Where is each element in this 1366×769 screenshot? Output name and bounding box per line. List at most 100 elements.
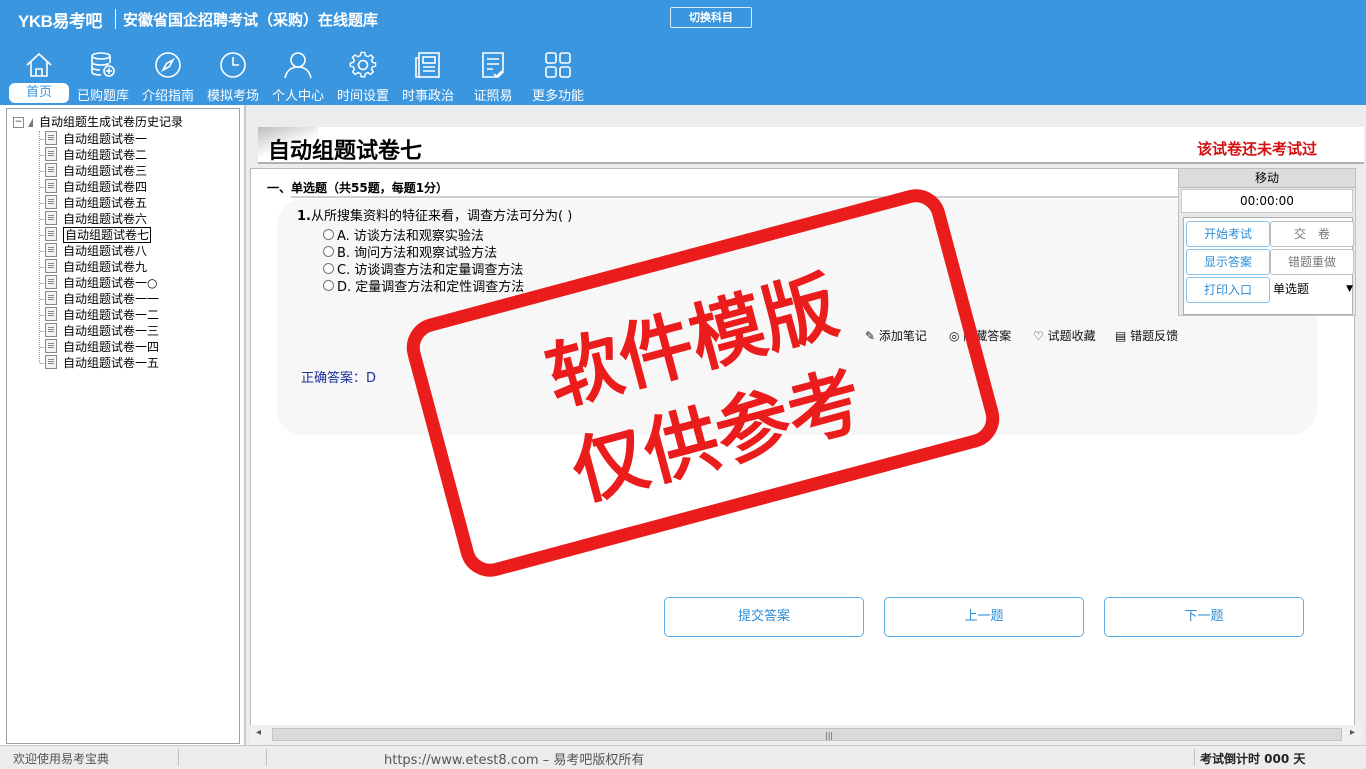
tree-item-label: 自动组题试卷四: [63, 180, 148, 194]
tree-item-paper[interactable]: 自动组题试卷一二: [45, 307, 159, 323]
tree-item-paper[interactable]: 自动组题试卷三: [45, 163, 147, 179]
user-icon: [284, 52, 312, 79]
nav-more-functions[interactable]: 更多功能: [527, 48, 589, 104]
document-icon: [45, 147, 57, 161]
hide-answer-button[interactable]: ◎ 隐藏答案: [949, 327, 1011, 344]
paper-tree-panel: − 自动组题生成试卷历史记录 自动组题试卷一 自动组题试卷二 自动组题试卷三 自动组题试…: [0, 105, 246, 745]
paper-title-divider: [258, 162, 1364, 164]
scroll-right-icon[interactable]: ▸: [1350, 727, 1355, 738]
tree-item-label: 自动组题试卷一一: [63, 292, 160, 306]
nav-more-functions-label: 更多功能: [531, 89, 584, 104]
option-d[interactable]: D. 定量调查方法和定性调查方法: [323, 276, 524, 295]
nav-current-affairs-label: 时事政治: [401, 89, 454, 104]
tree-item-paper[interactable]: 自动组题试卷二: [45, 147, 147, 163]
tree-item-paper[interactable]: 自动组题试卷一一: [45, 291, 159, 307]
start-exam-button[interactable]: 开始考试: [1186, 221, 1270, 247]
tree-item-paper[interactable]: 自动组题试卷五: [45, 195, 147, 211]
tree-item-label: 自动组题试卷九: [63, 260, 148, 274]
tree-item-label: 自动组题试卷七: [63, 227, 152, 243]
document-icon: [45, 323, 57, 337]
question-card: 1.从所搜集资料的特征来看，调查方法可分为( ) A. 访谈方法和观察实验法 B…: [277, 199, 1317, 435]
add-note-button[interactable]: ✎ 添加笔记: [865, 327, 927, 344]
nav-license[interactable]: 证照易: [462, 48, 524, 104]
nav-mock-exam[interactable]: 模拟考场: [202, 48, 264, 104]
tree-item-label: 自动组题试卷一○: [63, 276, 158, 290]
nav-time-settings[interactable]: 时间设置: [332, 48, 394, 104]
tree-root[interactable]: − 自动组题生成试卷历史记录: [13, 113, 184, 129]
tree-item-paper[interactable]: 自动组题试卷九: [45, 259, 147, 275]
welcome-text: 欢迎使用易考宝典: [13, 752, 110, 766]
tree-item-label: 自动组题试卷八: [63, 244, 148, 258]
grid-icon: [545, 52, 571, 78]
control-buttons: 开始考试 交 卷 显示答案 错题重做 打印入口 单选题 ▼: [1183, 217, 1355, 315]
nav-current-affairs[interactable]: 时事政治: [397, 48, 459, 104]
favorite-button[interactable]: ♡ 试题收藏: [1033, 327, 1096, 344]
nav-home[interactable]: 首页: [8, 48, 70, 104]
radio-button[interactable]: [323, 263, 334, 274]
tree-item-paper[interactable]: 自动组题试卷四: [45, 179, 147, 195]
collapse-icon[interactable]: −: [13, 117, 24, 128]
add-note-label: 添加笔记: [878, 329, 927, 343]
radio-button[interactable]: [323, 229, 334, 240]
document-icon: [45, 307, 57, 321]
nav-purchased-banks[interactable]: 已购题库: [72, 48, 134, 104]
scrollbar-thumb[interactable]: |||: [272, 728, 1342, 741]
section-heading: 一、单选题（共55题，每题1分）: [267, 181, 449, 195]
tree-item-paper[interactable]: 自动组题试卷八: [45, 243, 147, 259]
hand-in-button[interactable]: 交 卷: [1270, 221, 1354, 247]
radio-button[interactable]: [323, 246, 334, 257]
tree-item-paper[interactable]: 自动组题试卷一五: [45, 355, 159, 371]
nav-mock-exam-label: 模拟考场: [206, 89, 259, 104]
tree-item-label: 自动组题试卷五: [63, 196, 148, 210]
favorite-label: 试题收藏: [1047, 329, 1096, 343]
option-d-label: D. 定量调查方法和定性调查方法: [337, 280, 525, 295]
compass-icon: [155, 52, 181, 78]
status-bar: 欢迎使用易考宝典 https://www.etest8.com – 易考吧版权所…: [0, 745, 1366, 769]
submit-answer-button[interactable]: 提交答案: [664, 597, 864, 637]
question-type-value: 单选题: [1273, 282, 1310, 296]
heart-icon: ♡: [1033, 329, 1048, 343]
horizontal-scrollbar[interactable]: ◂ ||| ▸: [250, 725, 1362, 743]
switch-subject-button[interactable]: 切换科目: [670, 7, 752, 28]
section-divider: [291, 196, 1311, 198]
app-title: 安徽省国企招聘考试（采购）在线题库: [123, 11, 379, 29]
feedback-button[interactable]: ▤ 错题反馈: [1115, 327, 1178, 344]
tree-item-paper[interactable]: 自动组题试卷一四: [45, 339, 159, 355]
show-answer-button[interactable]: 显示答案: [1186, 249, 1270, 275]
previous-question-button[interactable]: 上一题: [884, 597, 1084, 637]
nav-personal-center[interactable]: 个人中心: [267, 48, 329, 104]
exam-countdown: 考试倒计时 000 天: [1200, 752, 1306, 766]
question-type-select[interactable]: 单选题 ▼: [1270, 277, 1355, 301]
tree-item-paper[interactable]: 自动组题试卷一: [45, 131, 147, 147]
status-divider: [1194, 749, 1195, 766]
tree-item-paper[interactable]: 自动组题试卷一○: [45, 275, 157, 291]
radio-button[interactable]: [323, 280, 334, 291]
tree-item-label: 自动组题试卷三: [63, 164, 148, 178]
tree-root-label: 自动组题生成试卷历史记录: [39, 115, 184, 129]
document-icon: [45, 131, 57, 145]
document-icon: [45, 179, 57, 193]
document-icon: [45, 211, 57, 225]
print-button[interactable]: 打印入口: [1186, 277, 1270, 303]
tree-item-label: 自动组题试卷六: [63, 212, 148, 226]
tree-item-paper[interactable]: 自动组题试卷六: [45, 211, 147, 227]
tree-item-paper[interactable]: 自动组题试卷一三: [45, 323, 159, 339]
question-stem: 从所搜集资料的特征来看，调查方法可分为( ): [310, 209, 573, 224]
tree-item-paper[interactable]: 自动组题试卷七: [45, 227, 152, 243]
nav-guide[interactable]: 介绍指南: [137, 48, 199, 104]
document-icon: [45, 291, 57, 305]
redo-wrong-button[interactable]: 错题重做: [1270, 249, 1354, 275]
clock-icon: [220, 52, 246, 78]
tree-item-label: 自动组题试卷一: [63, 132, 148, 146]
panel-move-handle[interactable]: 移动: [1179, 169, 1355, 188]
home-icon: [26, 52, 52, 77]
next-question-button[interactable]: 下一题: [1104, 597, 1304, 637]
feedback-label: 错题反馈: [1130, 329, 1179, 343]
chevron-down-icon[interactable]: ▼: [1346, 277, 1353, 301]
checklist-icon: [482, 52, 504, 78]
tree-item-label: 自动组题试卷二: [63, 148, 148, 162]
paper-tree: − 自动组题生成试卷历史记录 自动组题试卷一 自动组题试卷二 自动组题试卷三 自动组题试…: [6, 108, 240, 744]
scroll-left-icon[interactable]: ◂: [256, 727, 261, 738]
pencil-icon: ✎: [865, 329, 879, 343]
newspaper-icon: [415, 52, 440, 78]
